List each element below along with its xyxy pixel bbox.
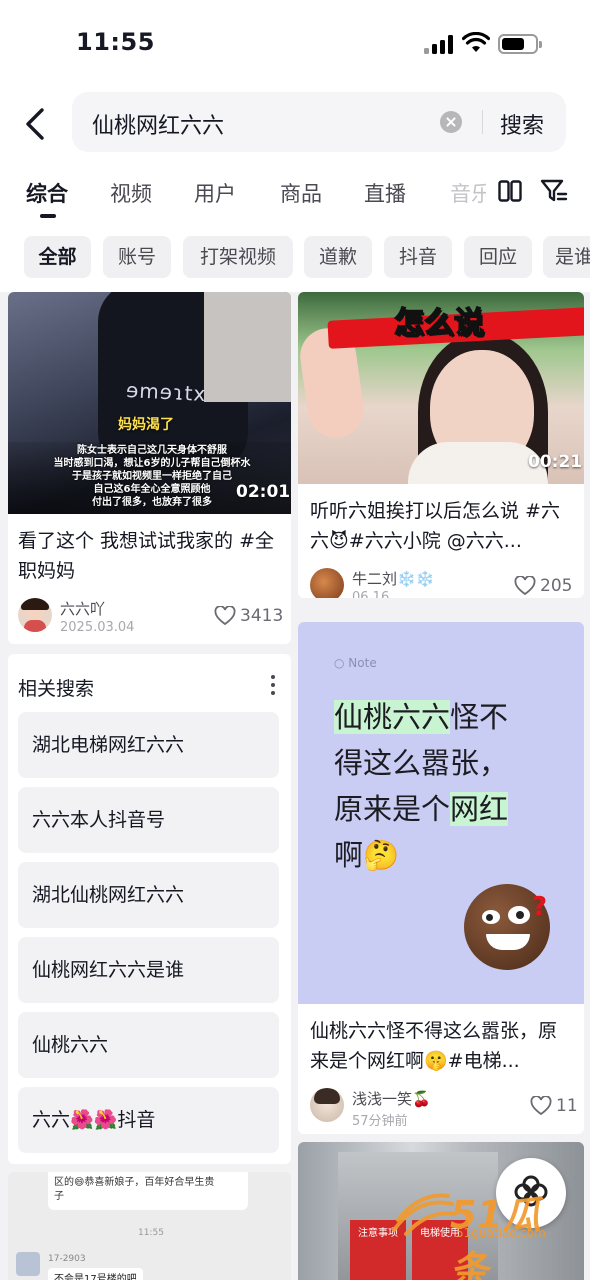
status-bar: 11:55 [0,0,590,88]
post-date: 2025.03.04 [60,620,135,635]
battery-icon [498,34,542,54]
chat-bubble: 区的😄恭喜新娘子，百年好合早生贵 子 [48,1172,248,1210]
search-button[interactable]: 搜索 [500,108,544,140]
author-name[interactable]: 浅浅一笑🍒 [352,1088,431,1109]
chip-who[interactable]: 是谁 [543,236,590,278]
tab-music[interactable]: 音乐 [450,178,486,208]
background-wall [204,292,291,402]
note-card[interactable]: ○ Note 仙桃六六怪不 得这么嚣张， 原来是个网红 啊🤔 ? 仙桃六六怪不得… [298,622,584,1134]
search-input[interactable]: 仙桃网红六六 搜索 [72,92,566,152]
chip-account[interactable]: 账号 [103,236,171,278]
note-highlight: 网红 [450,792,509,826]
heart-icon[interactable] [514,576,536,596]
search-header: 仙桃网红六六 搜索 [0,88,590,160]
shirt-shape [408,442,548,484]
chat-message: 不会是17号楼的吧 [48,1268,143,1280]
related-searches-panel: 相关搜索 湖北电梯网红六六 六六本人抖音号 湖北仙桃网红六六 仙桃网红六六是谁 … [8,654,291,1164]
tab-all[interactable]: 综合 [26,178,68,208]
tab-live[interactable]: 直播 [364,178,406,208]
chat-sender: 17-2903 [48,1254,86,1264]
note-line: 得这么嚣张， [334,746,509,780]
heart-icon[interactable] [530,1096,552,1116]
chip-response[interactable]: 回应 [464,236,532,278]
post-date: 06.16 [352,590,390,598]
note-image[interactable]: ○ Note 仙桃六六怪不 得这么嚣张， 原来是个网红 啊🤔 ? [298,622,584,1004]
note-label: ○ Note [334,656,377,670]
chat-line: 子 [54,1191,64,1202]
related-search-item[interactable]: 仙桃六六 [18,1012,279,1078]
tab-users[interactable]: 用户 [194,178,236,208]
related-search-item[interactable]: 湖北仙桃网红六六 [18,862,279,928]
avatar[interactable] [310,1088,344,1122]
filter-icon[interactable] [540,178,568,204]
related-search-item[interactable]: 六六本人抖音号 [18,787,279,853]
status-time: 11:55 [76,28,155,56]
wifi-icon [462,32,490,52]
question-mark: ? [532,892,548,922]
note-line: 啊🤔 [334,838,400,872]
related-search-item[interactable]: 仙桃网红六六是谁 [18,937,279,1003]
clear-icon[interactable] [440,111,462,133]
chip-apology[interactable]: 道歉 [304,236,372,278]
like-count: 205 [540,576,573,596]
note-highlight: 仙桃六六 [334,700,451,734]
like-count: 3413 [240,606,284,626]
like-count: 11 [556,1096,578,1116]
video-duration: 02:01 [236,482,291,502]
chip-douyin[interactable]: 抖音 [384,236,452,278]
more-options-icon[interactable] [270,674,276,696]
tab-products[interactable]: 商品 [280,178,322,208]
note-title[interactable]: 仙桃六六怪不得这么嚣张，原来是个网红啊🤫#电梯... [310,1016,574,1076]
double-column-layout-icon[interactable] [498,180,522,202]
related-search-item[interactable]: 六六🌺🌺抖音 [18,1087,279,1153]
avatar[interactable] [310,568,344,598]
shirt-print: ɘmɘɿtx [125,377,207,407]
watermark-url: 51guatiao.com [456,1226,546,1240]
related-searches-title: 相关搜索 [18,678,95,700]
video-thumbnail[interactable]: 怎么说 00:21 [298,292,584,484]
note-line: 怪不 [450,700,509,734]
search-query-text[interactable]: 仙桃网红六六 [92,108,224,140]
chat-time: 11:55 [138,1228,164,1238]
note-line: 原来是个 [334,792,451,826]
video-duration: 00:21 [528,452,583,472]
video-card[interactable]: ɘmɘɿtx 妈妈渴了 陈女士表示自己这几天身体不舒服 当时感到口渴，想让6岁的… [8,292,291,644]
video-card[interactable]: 区的😄恭喜新娘子，百年好合早生贵 子 11:55 17-2903 不会是17号楼… [8,1172,291,1280]
video-title[interactable]: 看了这个 我想试试我家的 #全职妈妈 [18,526,280,586]
related-search-item[interactable]: 湖北电梯网红六六 [18,712,279,778]
post-date: 57分钟前 [352,1114,408,1129]
video-thumbnail[interactable]: ɘmɘɿtx 妈妈渴了 陈女士表示自己这几天身体不舒服 当时感到口渴，想让6岁的… [8,292,291,514]
active-tab-indicator [40,214,56,218]
overlay-label: 妈妈渴了 [118,417,174,433]
search-divider [482,110,483,134]
back-arrow-icon[interactable] [20,104,52,144]
result-tabs: 综合 视频 用户 商品 直播 音乐 [0,160,590,224]
overlay-text: 怎么说 [393,305,485,342]
author-name[interactable]: 六六吖 [60,598,105,619]
video-card[interactable]: 怎么说 00:21 听听六姐挨打以后怎么说 #六六😈#六六小院 @六六... 牛… [298,292,584,598]
filter-chips: 全部 账号 打架视频 道歉 抖音 回应 是谁 [0,224,590,292]
video-title[interactable]: 听听六姐挨打以后怎么说 #六六😈#六六小院 @六六... [310,496,574,556]
chip-all[interactable]: 全部 [24,236,91,278]
site-watermark: 51瓜条 51guatiao.com [388,1184,578,1280]
chat-line: 区的😄恭喜新娘子，百年好合早生贵 [54,1177,215,1188]
chip-fight-video[interactable]: 打架视频 [183,236,293,278]
watermark-logo-icon [392,1193,456,1236]
author-name[interactable]: 牛二刘❄️❄️ [352,568,434,589]
tab-video[interactable]: 视频 [110,178,152,208]
avatar [16,1252,40,1276]
cellular-signal-icon [424,34,454,54]
heart-icon[interactable] [214,606,236,626]
note-text: 仙桃六六怪不 得这么嚣张， 原来是个网红 啊🤔 [334,694,574,878]
avatar[interactable] [18,598,52,632]
